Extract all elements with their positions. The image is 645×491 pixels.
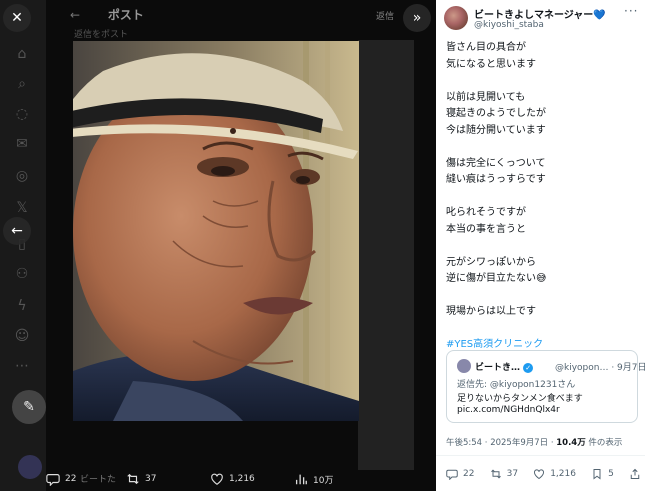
previous-button[interactable]: ← — [3, 217, 31, 245]
post-body: 皆さん目の具合が 気になると思います 以前は見開いても 寝起きのようでしたが 今… — [446, 40, 546, 354]
background-title: ポスト — [107, 8, 144, 22]
post-timestamp[interactable]: 午後5:54 · 2025年9月7日 · — [446, 438, 556, 448]
panel-reply-button[interactable]: 22 — [446, 468, 474, 480]
account-avatar — [18, 455, 42, 479]
profile-icon: ☺ — [14, 328, 30, 344]
quoted-author-name-text: ビートき… — [475, 363, 521, 373]
divider — [436, 455, 645, 456]
post-action-bar: 22 37 1,216 5 — [446, 468, 641, 480]
people-icon: ⚇ — [15, 266, 29, 282]
background-reply-label: 返信 — [376, 12, 395, 22]
panel-reply-count: 22 — [463, 469, 475, 479]
reply-prefix: 返信先: — [457, 380, 488, 390]
body-line: 元がシワっぽいから — [446, 256, 536, 268]
back-arrow-icon: ← — [70, 8, 81, 22]
grok-icon: ◎ — [15, 168, 29, 184]
body-line: 今は随分開いています — [446, 124, 546, 136]
quoted-post[interactable]: ビートき… ✓ @kiyopon… · 9月7日 返信先: @kiyopon12… — [446, 350, 645, 423]
media-action-bar: 22 37 1,216 10万 — [46, 468, 346, 490]
background-column — [358, 40, 414, 470]
quoted-text: 足りないからタンメン食べます — [457, 394, 583, 404]
post-photo — [73, 41, 359, 421]
share-icon — [630, 468, 640, 479]
body-line: 現場からは以上です — [446, 306, 536, 317]
more-options-icon[interactable]: ··· — [624, 4, 638, 18]
quoted-author-name: ビートき… ✓ — [475, 360, 534, 373]
body-line: 叱られそうですが — [446, 207, 526, 218]
body-line: 縫い痕はうっすらです — [446, 174, 546, 185]
bookmark-count: 5 — [608, 469, 614, 479]
views-button[interactable]: 10万 — [294, 472, 333, 486]
home-icon: ⌂ — [17, 46, 27, 62]
body-line: 以前は見開いても — [446, 91, 526, 103]
body-line — [446, 238, 546, 255]
body-line: 本当の事を言うと — [446, 223, 526, 235]
repost-icon — [490, 469, 501, 479]
reply-to-handle: @kiyopon1231さん — [489, 380, 576, 390]
panel-like-count: 1,216 — [550, 469, 576, 479]
search-icon: ⌕ — [18, 76, 26, 92]
author-name[interactable]: ビートきよしマネージャー💙 — [474, 6, 606, 21]
author-handle[interactable]: @kiyoshi_staba — [474, 20, 544, 30]
bookmark-button[interactable]: 5 — [591, 468, 614, 480]
background-header: ← ポスト — [70, 6, 144, 23]
panel-repost-count: 37 — [506, 469, 519, 479]
like-count: 1,216 — [229, 474, 255, 484]
post-meta: 午後5:54 · 2025年9月7日 · 10.4万 件の表示 — [446, 436, 622, 448]
reply-icon — [446, 469, 458, 480]
expand-button[interactable]: » — [403, 4, 431, 32]
post-view-count: 10.4万 — [556, 438, 586, 448]
like-button[interactable]: 1,216 — [210, 472, 294, 486]
body-line — [446, 288, 546, 305]
body-line: 寝起きのようでしたが — [446, 108, 546, 119]
body-line — [446, 139, 546, 156]
bookmark-icon — [593, 469, 601, 480]
double-chevron-right-icon: » — [412, 10, 422, 26]
heart-icon — [211, 473, 223, 485]
compose-icon: ✎ — [12, 390, 46, 424]
post-detail-panel: ビートきよしマネージャー💙 @kiyoshi_staba ··· 皆さん目の具合… — [436, 0, 645, 491]
heart-icon — [534, 469, 545, 480]
repost-button[interactable]: 37 — [126, 472, 210, 486]
reply-icon — [46, 474, 60, 486]
close-icon: ✕ — [11, 10, 23, 26]
bell-icon: ◌ — [15, 106, 29, 122]
background-subtext: 返信をポスト — [74, 30, 129, 40]
author-avatar[interactable] — [444, 6, 468, 30]
mail-icon: ✉ — [16, 136, 28, 152]
arrow-left-icon: ← — [11, 223, 23, 239]
lightning-icon: ϟ — [17, 298, 27, 314]
quoted-author-handle: @kiyopon… · 9月7日 — [555, 363, 645, 373]
media-viewer: ⌂ ⌕ ◌ ✉ ◎ 𝕏 ▯ ⚇ ϟ ☺ ⋯ ← ポスト 返信 返信をポスト ✎ … — [0, 0, 436, 491]
close-button[interactable]: ✕ — [3, 4, 31, 32]
body-line: 気になると思います — [446, 58, 536, 70]
quoted-link: pic.x.com/NGHdnQlx4r — [457, 405, 560, 415]
panel-repost-button[interactable]: 37 — [490, 468, 518, 480]
author-heart: 💙 — [593, 10, 606, 21]
views-icon — [295, 474, 307, 485]
body-line — [446, 321, 546, 338]
views-count: 10万 — [313, 475, 334, 486]
repost-count: 37 — [145, 474, 157, 484]
reply-count: 22 — [65, 474, 77, 484]
x-logo-icon: 𝕏 — [16, 200, 28, 216]
post-view-suffix: 件の表示 — [585, 438, 623, 448]
body-line — [446, 189, 546, 206]
body-line — [446, 73, 546, 90]
repost-icon — [127, 473, 139, 485]
quoted-reply-to: 返信先: @kiyopon1231さん — [457, 377, 575, 390]
panel-like-button[interactable]: 1,216 — [533, 468, 576, 480]
more-icon: ⋯ — [15, 358, 29, 374]
body-line: 逆に傷が目立たない😅 — [446, 273, 547, 284]
share-button[interactable] — [629, 468, 641, 480]
body-line: 皆さん目の具合が — [446, 42, 526, 53]
quoted-author-avatar — [457, 359, 471, 373]
reply-button[interactable]: 22 — [46, 472, 126, 486]
body-line: 傷は完全にくっついて — [446, 157, 546, 169]
verified-badge-icon: ✓ — [523, 362, 534, 373]
